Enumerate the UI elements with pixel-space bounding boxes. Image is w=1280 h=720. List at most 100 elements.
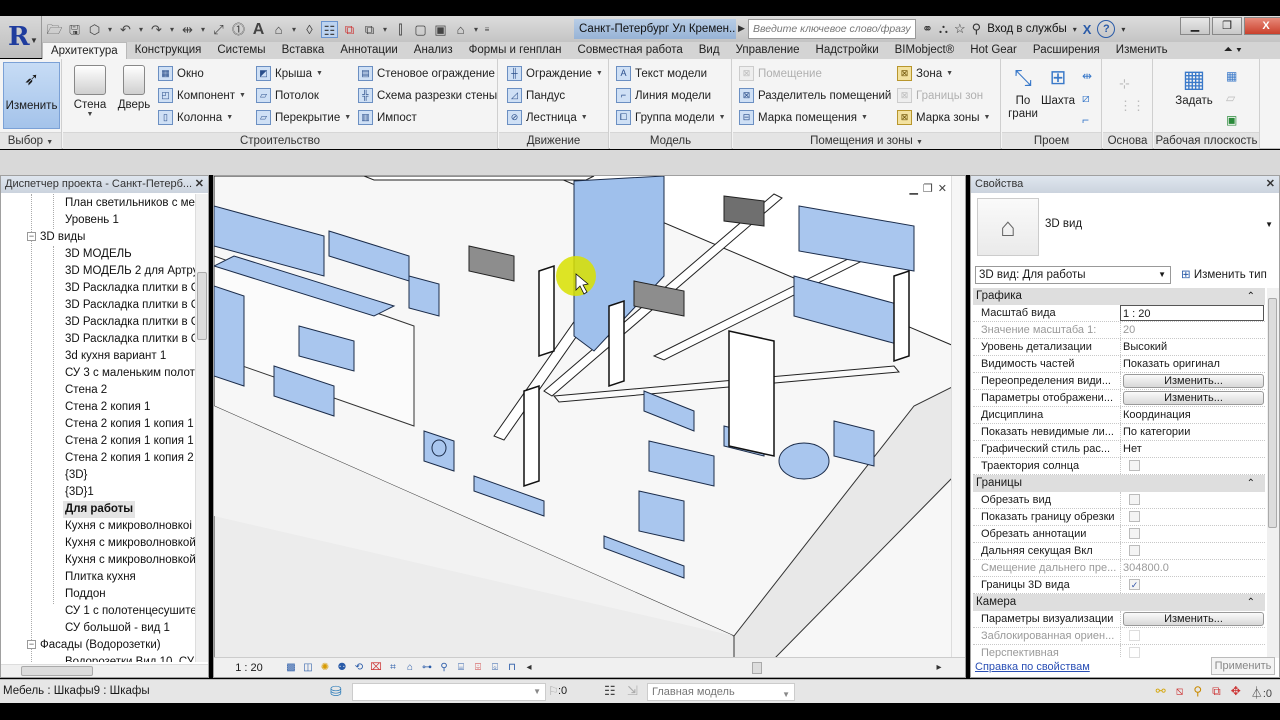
show-crop-icon[interactable]: ⌗ <box>386 662 400 674</box>
horizontal-scrollbar[interactable] <box>1 664 208 677</box>
railing-button[interactable]: ╫ Ограждение ▼ <box>507 66 603 81</box>
open-icon[interactable]: 🗁 <box>46 21 63 38</box>
mullion-button[interactable]: ▥ Импост <box>358 110 417 125</box>
tab-view[interactable]: Вид <box>691 42 728 59</box>
close-icon[interactable]: ✕ <box>1266 176 1275 193</box>
drag-on-selection-icon[interactable]: ✥ <box>1231 684 1241 701</box>
view-icon[interactable]: ▢ <box>412 21 429 38</box>
visual-style-icon[interactable]: ◫ <box>301 662 315 674</box>
vertical-scrollbar[interactable] <box>1267 288 1279 658</box>
tree-item[interactable]: План светильников с меб <box>65 195 196 212</box>
minimize-icon[interactable]: ▁ <box>1180 17 1210 35</box>
house-icon[interactable]: ⌂ <box>452 21 469 38</box>
edit-vg-overrides-button[interactable]: Изменить... <box>1123 374 1264 388</box>
ceiling-button[interactable]: ▱ Потолок <box>256 88 319 103</box>
area-boundary-button[interactable]: ⊠ Границы зон <box>897 88 983 103</box>
restore-icon[interactable]: ❐ <box>923 182 933 195</box>
undo-icon[interactable]: ↶ <box>117 21 134 38</box>
close-icon[interactable]: ✕ <box>938 182 947 195</box>
collapse-icon[interactable]: − <box>27 640 36 650</box>
prop-row[interactable]: Уровень детализации Высокий <box>973 339 1265 356</box>
type-selector[interactable]: ⌂ 3D вид ▼ <box>975 196 1275 262</box>
area-button[interactable]: ⊠ Зона ▼ <box>897 66 953 81</box>
help-icon[interactable]: ? <box>1097 20 1116 38</box>
curtain-grid-button[interactable]: ╬ Схема разрезки стены <box>358 88 497 103</box>
exchange-apps-icon[interactable]: X <box>1083 22 1092 37</box>
workset-dropdown[interactable]: ▼ <box>352 683 546 701</box>
tree-item[interactable]: {3D}1 <box>65 484 94 501</box>
prop-row[interactable]: Видимость частей Показать оригинал <box>973 356 1265 373</box>
model-line-button[interactable]: ⌐ Линия модели <box>616 88 711 103</box>
temp-hide-icon[interactable]: ⊶ <box>420 662 434 674</box>
tab-analyze[interactable]: Анализ <box>406 42 461 59</box>
collapse-icon[interactable]: − <box>27 232 36 242</box>
chevron-down-icon[interactable]: ▾ <box>1073 25 1077 34</box>
crop-region-visible-checkbox[interactable] <box>1129 511 1140 522</box>
tree-item-selected[interactable]: Для работы <box>63 501 136 518</box>
section-icon[interactable]: ◊ <box>301 21 318 38</box>
3d-viewport[interactable]: ▁ ❐ ✕ 1 : 20 ▩ ◫ ✺ ⚉ ⟲ ⌧ ⌗ ⌂ ⊶ ⚲ ⌸ ⌹ ⌺ ⊓… <box>213 175 966 678</box>
edit-render-settings-button[interactable]: Изменить... <box>1123 612 1264 626</box>
crop-view-checkbox[interactable] <box>1129 494 1140 505</box>
properties-help-link[interactable]: Справка по свойствам <box>975 661 1090 673</box>
model-group-button[interactable]: ⧠ Группа модели ▼ <box>616 110 726 125</box>
sign-in-button[interactable]: Вход в службы <box>987 23 1067 35</box>
prop-row[interactable]: Показать невидимые ли... По категории <box>973 424 1265 441</box>
select-group-label[interactable]: Выбор ▼ <box>0 132 61 149</box>
tree-item[interactable]: СУ 3 с маленьким полоте <box>65 365 196 382</box>
user-icon[interactable]: ⚲ <box>972 21 982 37</box>
sun-path-icon[interactable]: ✺ <box>318 662 332 674</box>
close-icon[interactable]: X <box>1244 17 1280 35</box>
tree-item[interactable]: 3D МОДЕЛЬ <box>65 246 132 263</box>
tab-collaborate[interactable]: Совместная работа <box>570 42 691 59</box>
design-options-icon[interactable]: ☷ <box>604 683 616 699</box>
prop-row[interactable]: Дисциплина Координация <box>973 407 1265 424</box>
star-icon[interactable]: ☆ <box>954 21 966 37</box>
sun-path-checkbox[interactable] <box>1129 460 1140 471</box>
view-scale[interactable]: 1 : 20 <box>214 662 284 674</box>
view-instance-selector[interactable]: 3D вид: Для работы ▼ <box>975 266 1171 284</box>
floor-button[interactable]: ▱ Перекрытие ▼ <box>256 110 351 125</box>
ribbon-minimize-icon[interactable]: ⏶ ▾ <box>1216 42 1250 59</box>
ramp-button[interactable]: ◿ Пандус <box>507 88 565 103</box>
tree-item[interactable]: Плитка кухня <box>65 569 136 586</box>
unlock-3d-icon[interactable]: ⌂ <box>403 662 417 674</box>
3d-model-view[interactable] <box>214 176 966 659</box>
shadows-icon[interactable]: ⚉ <box>335 662 349 674</box>
filter-icon[interactable]: ⏃:0 <box>1251 684 1272 701</box>
tree-item[interactable]: СУ большой - вид 1 <box>65 620 170 637</box>
close-icon[interactable]: ✕ <box>195 176 204 193</box>
tree-item[interactable]: 3D Раскладка плитки в С <box>65 280 196 297</box>
wall-button[interactable]: Стена ▼ <box>71 65 109 118</box>
sync-icon[interactable]: ⬡ <box>86 21 103 38</box>
chevron-down-icon[interactable]: ▾ <box>137 21 145 38</box>
scrollbar-thumb[interactable] <box>21 666 93 676</box>
binoculars-icon[interactable]: ⚭ <box>922 21 933 37</box>
section-camera[interactable]: Камера ⌃ <box>973 594 1265 611</box>
vertical-scrollbar[interactable] <box>951 176 965 659</box>
tab-extensions[interactable]: Расширения <box>1025 42 1108 59</box>
edit-type-button[interactable]: ⊞ Изменить тип <box>1181 266 1267 284</box>
component-button[interactable]: ◰ Компонент ▼ <box>158 88 246 103</box>
set-workplane-button[interactable]: ▦ Задать <box>1174 65 1214 107</box>
apply-button[interactable]: Применить <box>1211 657 1275 675</box>
close-hidden-icon[interactable]: ⧉ <box>341 21 358 38</box>
application-menu-button[interactable]: R ▼ <box>0 16 42 58</box>
opening-small-icons[interactable]: ⇹ ⧄ ⌐ <box>1082 65 1092 131</box>
chevron-down-icon[interactable]: ▾ <box>199 21 207 38</box>
tab-massing-site[interactable]: Формы и генплан <box>461 42 570 59</box>
text-icon[interactable]: A <box>250 21 267 38</box>
tab-bimobject[interactable]: BIMobject® <box>887 42 963 59</box>
tab-add-ins[interactable]: Надстройки <box>808 42 887 59</box>
constraints-icon[interactable]: ⊓ <box>505 662 519 674</box>
room-separator-button[interactable]: ⊠ Разделитель помещений <box>739 88 891 103</box>
annotation-crop-checkbox[interactable] <box>1129 528 1140 539</box>
tree-item[interactable]: Стена 2 копия 1 копия 2 <box>65 450 194 467</box>
tab-insert[interactable]: Вставка <box>274 42 333 59</box>
roof-button[interactable]: ◩ Крыша ▼ <box>256 66 323 81</box>
worksharing-icon[interactable]: ⌹ <box>471 662 485 674</box>
tree-item[interactable]: Кухня с микроволновкой <box>65 552 196 569</box>
model-text-button[interactable]: A Текст модели <box>616 66 707 81</box>
tab-manage[interactable]: Управление <box>728 42 808 59</box>
vertical-scrollbar[interactable] <box>195 194 208 662</box>
